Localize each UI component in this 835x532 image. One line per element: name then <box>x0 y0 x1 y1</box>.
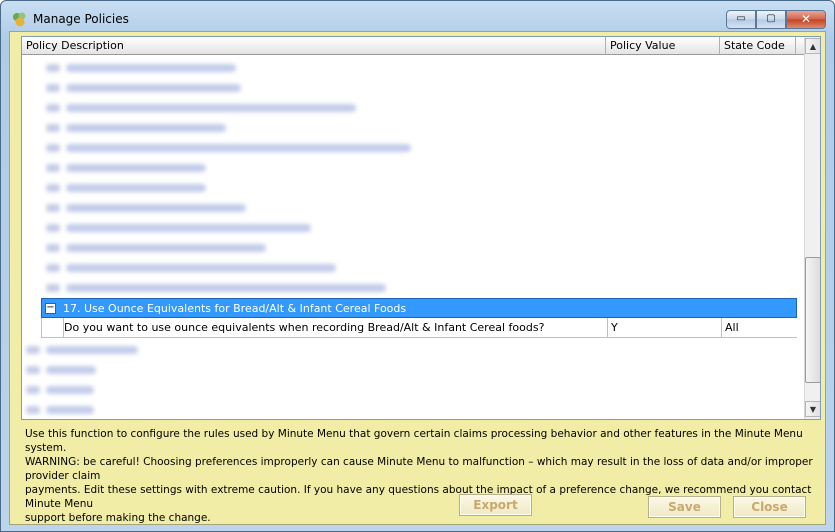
redacted-row[interactable] <box>22 58 792 78</box>
redacted-row[interactable] <box>22 400 792 419</box>
redacted-row[interactable] <box>22 278 792 298</box>
grid-header: Policy Description Policy Value State Co… <box>22 37 804 55</box>
close-button[interactable]: Close <box>733 496 806 518</box>
policy-value-cell[interactable]: Y <box>607 318 721 338</box>
column-header-policy-description[interactable]: Policy Description <box>22 37 606 55</box>
redacted-row[interactable] <box>22 258 792 278</box>
client-area: Policy Description Policy Value State Co… <box>9 31 826 525</box>
redacted-row[interactable] <box>22 98 792 118</box>
collapse-toggle[interactable]: − <box>45 303 56 314</box>
column-header-policy-value[interactable]: Policy Value <box>606 37 720 55</box>
app-icon <box>13 12 26 27</box>
policy-question: Do you want to use ounce equivalents whe… <box>63 318 607 338</box>
policy-grid[interactable]: Policy Description Policy Value State Co… <box>21 36 821 420</box>
save-button[interactable]: Save <box>648 496 721 518</box>
redacted-row[interactable] <box>22 158 792 178</box>
column-header-state-code[interactable]: State Code <box>720 37 796 55</box>
redacted-row[interactable] <box>22 138 792 158</box>
policy-group-label: 17. Use Ounce Equivalents for Bread/Alt … <box>63 302 407 315</box>
redacted-row[interactable] <box>22 78 792 98</box>
state-code-cell[interactable]: All <box>721 318 797 338</box>
redacted-row[interactable] <box>22 340 792 360</box>
export-button[interactable]: Export <box>459 494 532 516</box>
scroll-up-arrow-icon[interactable]: ▲ <box>805 38 820 54</box>
redacted-row[interactable] <box>22 218 792 238</box>
policy-detail-row[interactable]: Do you want to use ounce equivalents whe… <box>41 318 797 338</box>
info-line: WARNING: be careful! Choosing preference… <box>25 456 813 482</box>
redacted-row[interactable] <box>22 178 792 198</box>
minimize-button[interactable]: ▭ <box>726 10 756 29</box>
grid-rows: − 17. Use Ounce Equivalents for Bread/Al… <box>22 56 804 419</box>
policy-question-text: Do you want to use ounce equivalents whe… <box>64 321 545 334</box>
maximize-button[interactable]: ▢ <box>756 10 786 29</box>
redacted-row[interactable] <box>22 238 792 258</box>
vertical-scrollbar[interactable]: ▲ ▼ <box>804 37 820 419</box>
info-line: Use this function to configure the rules… <box>25 428 803 454</box>
redacted-row[interactable] <box>22 198 792 218</box>
policy-group-row-17[interactable]: − 17. Use Ounce Equivalents for Bread/Al… <box>41 298 797 318</box>
redacted-row[interactable] <box>22 118 792 138</box>
scroll-thumb[interactable] <box>805 257 820 383</box>
redacted-row[interactable] <box>22 360 792 380</box>
scroll-down-arrow-icon[interactable]: ▼ <box>805 401 820 417</box>
close-window-button[interactable]: ✕ <box>786 10 826 29</box>
redacted-row[interactable] <box>22 380 792 400</box>
manage-policies-window: Manage Policies ▭ ▢ ✕ Policy Description… <box>0 0 835 532</box>
window-title: Manage Policies <box>33 12 129 26</box>
